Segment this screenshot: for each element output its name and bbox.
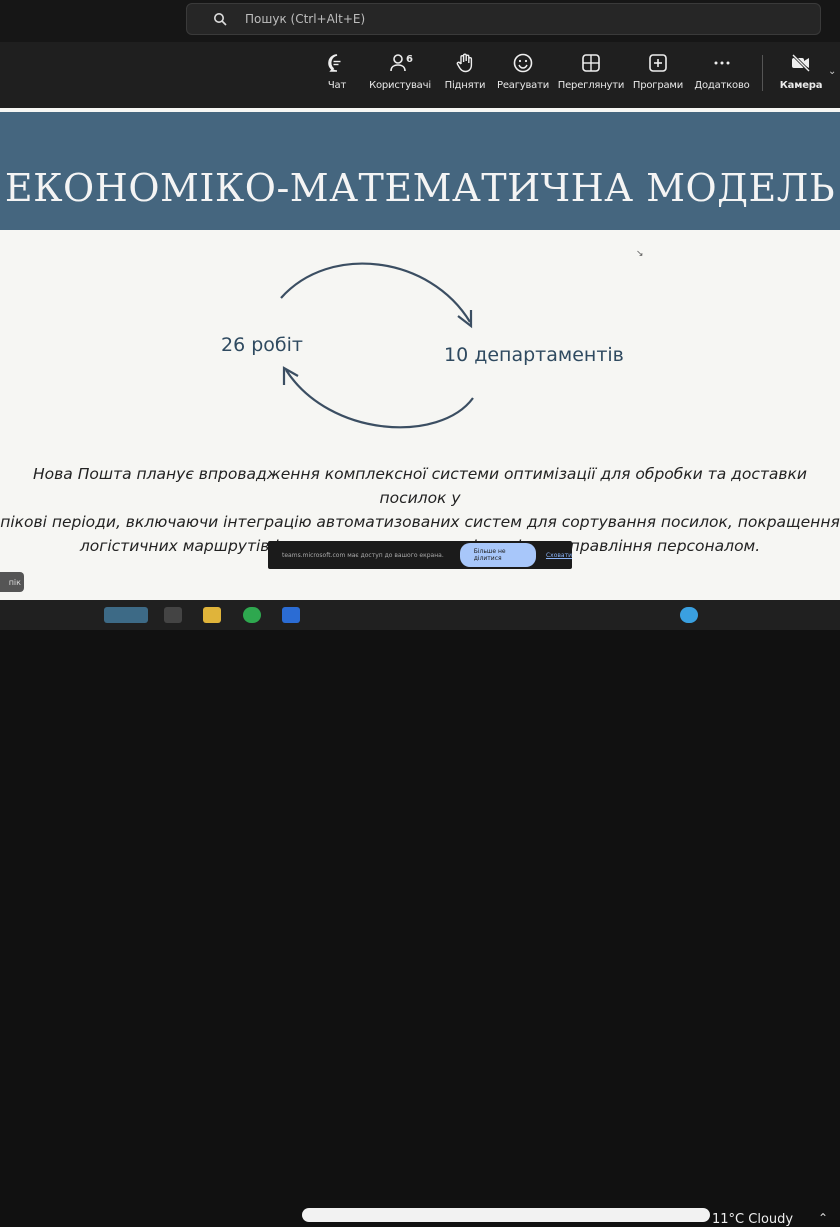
raise-hand-label: Підняти [444, 80, 486, 91]
people-button[interactable]: 6 Користувачі [366, 52, 434, 91]
search-placeholder: Пошук (Ctrl+Alt+E) [245, 12, 366, 26]
share-notice-text: teams.microsoft.com має доступ до вашого… [282, 551, 444, 559]
paragraph-line: Нова Пошта планує впровадження комплексн… [33, 465, 807, 507]
more-icon [714, 61, 730, 65]
jobs-label: 26 робіт [221, 334, 303, 356]
weather-readout[interactable]: 11°C Cloudy [712, 1212, 793, 1227]
meeting-toolbar: Чат 6 Користувачі Підняти Реагувати Пере… [0, 42, 840, 109]
shared-slide: ЕКОНОМІКО-МАТЕМАТИЧНА МОДЕЛЬ 26 робіт 10… [0, 108, 840, 600]
taskbar-app-icon[interactable] [282, 607, 300, 623]
taskbar-app2-icon[interactable] [680, 607, 698, 623]
camera-options-chevron-icon[interactable]: ⌄ [828, 66, 836, 77]
view-label: Переглянути [557, 80, 625, 91]
toolbar-separator [762, 55, 763, 91]
chat-label: Чат [327, 80, 347, 91]
mouse-cursor-icon: ↘ [636, 249, 644, 259]
taskbar-whatsapp-icon[interactable] [243, 607, 261, 623]
tray-chevron-up-icon[interactable]: ⌃ [818, 1211, 828, 1225]
screen-share-notice: teams.microsoft.com має доступ до вашого… [268, 541, 572, 569]
raise-hand-icon [456, 53, 473, 73]
taskbar-widgets-icon[interactable] [104, 607, 148, 623]
people-count-badge: 6 [406, 54, 413, 65]
left-side-chip[interactable]: пік [0, 572, 24, 592]
more-label: Додатково [694, 80, 750, 91]
bottom-arrow-curve [285, 369, 474, 429]
react-icon [513, 53, 533, 73]
title-bar: Пошук (Ctrl+Alt+E) [0, 0, 840, 42]
stop-sharing-button[interactable]: Більше не ділитися [459, 543, 536, 567]
apps-label: Програми [632, 80, 684, 91]
screen-share-overlay-bar [302, 1208, 710, 1222]
top-arrow-curve [280, 262, 471, 323]
camera-button[interactable]: Камера [767, 52, 835, 91]
react-label: Реагувати [496, 80, 550, 91]
taskbar-taskview-icon[interactable] [164, 607, 182, 623]
chat-button[interactable]: Чат [303, 52, 371, 91]
apps-icon [649, 54, 667, 72]
search-box[interactable]: Пошук (Ctrl+Alt+E) [186, 3, 821, 35]
people-label: Користувачі [369, 80, 431, 91]
apps-button[interactable]: Програми [624, 52, 692, 91]
view-icon [582, 54, 600, 72]
camera-label: Камера [779, 80, 823, 91]
search-icon [214, 13, 227, 26]
more-button[interactable]: Додатково [688, 52, 756, 91]
chat-icon [328, 54, 341, 72]
paragraph-line: пікові періоди, включаючи інтеграцію авт… [0, 513, 840, 531]
departments-label: 10 департаментів [444, 344, 624, 366]
hide-notice-link[interactable]: Сховати [546, 552, 572, 559]
taskbar-explorer-icon[interactable] [203, 607, 221, 623]
taskbar: 11°C Cloudy ⌃ [0, 600, 840, 1227]
camera-off-icon [791, 53, 811, 73]
react-button[interactable]: Реагувати [489, 52, 557, 91]
view-button[interactable]: Переглянути [557, 52, 625, 91]
